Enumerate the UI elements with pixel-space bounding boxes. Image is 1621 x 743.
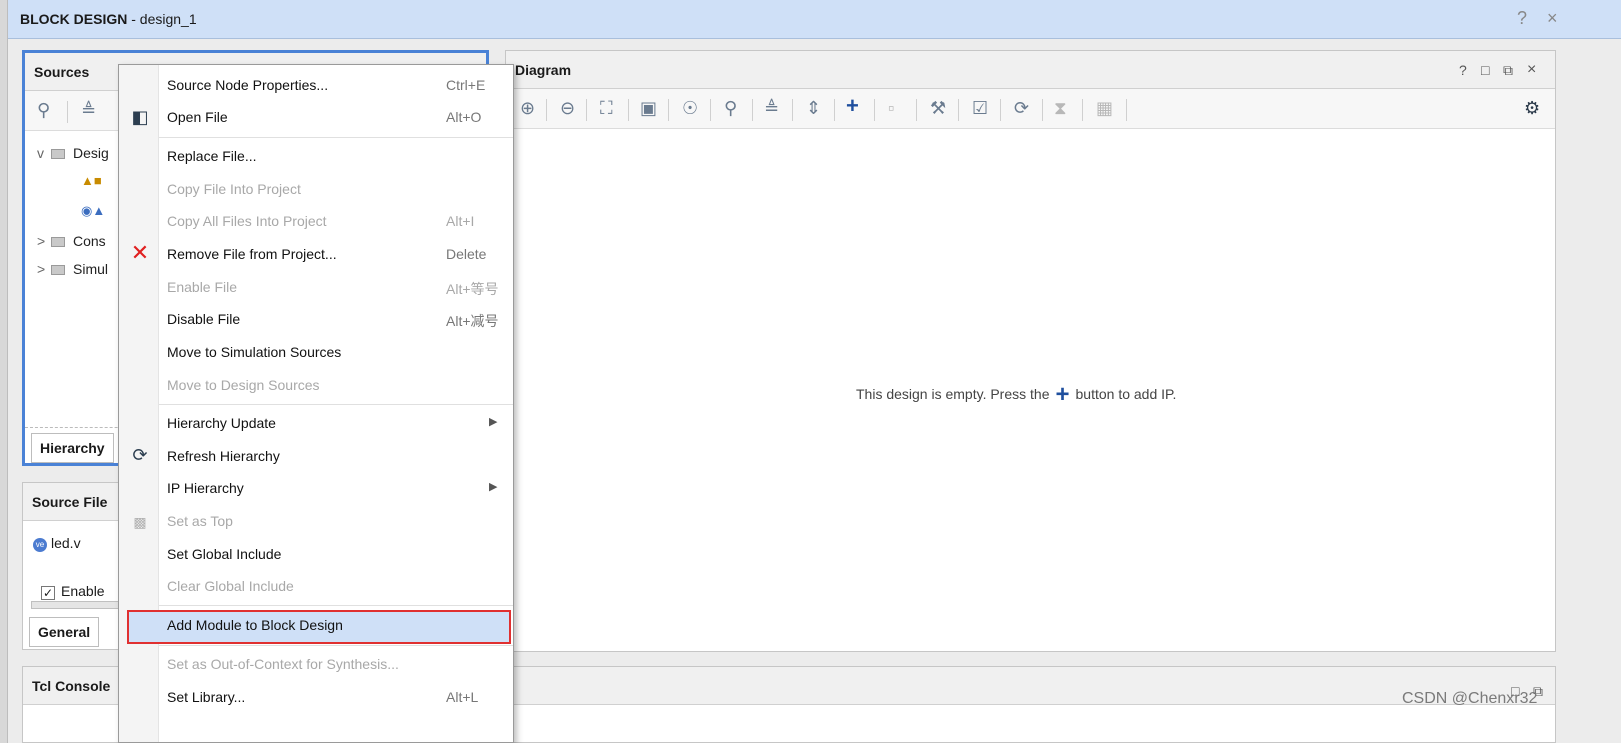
sources-panel-title: Sources (34, 64, 90, 80)
verilog-file-icon: ve (33, 538, 47, 552)
menu-item-disable-file[interactable]: Disable File Alt+减号 (159, 305, 513, 333)
menu-item-enable-file[interactable]: Enable File Alt+等号 (159, 273, 513, 301)
hierarchy-icon: ▩ (133, 514, 147, 530)
diagram-toolbar: ⊕ ⊖ ⛶ ▣ ☉ ⚲ ≜ ⇕ + ▫ ⚒ ☑ ⟳ ⧗ ▦ ⚙ (506, 89, 1555, 129)
left-window-edge (0, 0, 8, 743)
collapse-all-icon[interactable]: ≜ (764, 98, 779, 118)
title-bar: BLOCK DESIGN - design_1 ? × (8, 0, 1621, 39)
source-file-name: led.v (51, 535, 81, 551)
zoom-fit-icon[interactable]: ⛶ (600, 98, 613, 118)
menu-item-set-out-of-context[interactable]: Set as Out-of-Context for Synthesis... (159, 650, 513, 678)
diagram-close-button[interactable]: × (1527, 61, 1536, 79)
verilog-file-icon: ◉▲ (81, 203, 106, 218)
pin-icon[interactable]: ▦ (1096, 98, 1113, 118)
menu-item-set-as-top[interactable]: Set as Top (159, 507, 513, 535)
enable-checkbox[interactable]: ✓ (41, 586, 55, 600)
menu-item-move-to-simulation[interactable]: Move to Simulation Sources (159, 338, 513, 366)
help-button[interactable]: ? (1517, 8, 1527, 29)
folder-icon (51, 149, 65, 159)
source-file-panel-title: Source File (32, 494, 108, 510)
diagram-maximize-button[interactable]: □ (1481, 62, 1489, 78)
make-connection-icon[interactable]: ▫ (888, 98, 894, 118)
tcl-console-title: Tcl Console (32, 678, 111, 694)
expand-all-icon[interactable]: ⇕ (806, 98, 821, 118)
menu-item-source-node-properties[interactable]: Source Node Properties... Ctrl+E (159, 71, 513, 99)
submenu-arrow-icon: ▶ (489, 481, 498, 493)
search-icon[interactable]: ⚲ (37, 100, 50, 120)
zoom-in-icon[interactable]: ⊕ (520, 98, 535, 118)
menu-item-clear-global-include[interactable]: Clear Global Include (159, 572, 513, 600)
menu-item-open-file[interactable]: Open File Alt+O (159, 103, 513, 131)
empty-design-message: This design is empty. Press the + button t… (856, 381, 1177, 408)
menu-item-refresh-hierarchy[interactable]: Refresh Hierarchy (159, 442, 513, 470)
menu-item-hierarchy-update[interactable]: Hierarchy Update ▶ (159, 409, 513, 437)
menu-item-remove-file[interactable]: Remove File from Project... Delete (159, 240, 513, 268)
zoom-area-icon[interactable]: ▣ (640, 98, 657, 118)
refresh-icon[interactable]: ⟳ (1014, 98, 1029, 118)
tree-item-constraints[interactable]: > Cons (37, 233, 106, 249)
wrench-icon[interactable]: ⚒ (930, 98, 946, 118)
center-icon[interactable]: ☉ (682, 98, 698, 118)
submenu-arrow-icon: ▶ (489, 416, 498, 428)
tree-item-simulation-sources[interactable]: > Simul (37, 261, 108, 277)
context-menu: Source Node Properties... Ctrl+E ◧ Open F… (118, 64, 514, 743)
refresh-icon: ⟳ (132, 445, 148, 465)
source-file-name-row: ve led.v (33, 535, 81, 552)
block-design-icon: ▲■ (81, 173, 102, 188)
tab-general[interactable]: General (29, 617, 100, 647)
menu-item-set-library[interactable]: Set Library... Alt+L (159, 683, 513, 711)
zoom-out-icon[interactable]: ⊖ (560, 98, 575, 118)
menu-item-copy-file-into-project[interactable]: Copy File Into Project (159, 175, 513, 203)
window-title: BLOCK DESIGN - design_1 (20, 11, 197, 27)
add-ip-icon[interactable]: + (846, 95, 859, 117)
folder-open-icon: ◧ (131, 107, 149, 127)
collapse-all-icon[interactable]: ≜ (81, 100, 96, 120)
folder-icon (51, 265, 65, 275)
tree-item-design-sources[interactable]: v Desig (37, 145, 109, 161)
watermark: CSDN @Chenxr32 (1402, 690, 1538, 707)
enable-checkbox-row[interactable]: ✓ Enable (41, 583, 105, 600)
menu-item-add-module-to-block-design[interactable]: Add Module to Block Design (127, 610, 511, 644)
menu-item-copy-all-files[interactable]: Copy All Files Into Project Alt+I (159, 207, 513, 235)
search-icon[interactable]: ⚲ (724, 98, 737, 118)
validate-icon[interactable]: ☑ (972, 98, 988, 118)
enable-checkbox-label: Enable (61, 583, 105, 599)
add-ip-icon[interactable]: + (1055, 381, 1069, 408)
diagram-panel-title: Diagram (515, 62, 572, 78)
diagram-float-button[interactable]: ⧉ (1503, 62, 1513, 79)
tab-hierarchy[interactable]: Hierarchy (31, 433, 114, 463)
menu-item-ip-hierarchy[interactable]: IP Hierarchy ▶ (159, 474, 513, 502)
gear-icon[interactable]: ⚙ (1524, 98, 1540, 118)
menu-item-replace-file[interactable]: Replace File... (159, 142, 513, 170)
folder-icon (51, 237, 65, 247)
diagram-panel: Diagram ? □ ⧉ × ⊕ ⊖ ⛶ ▣ ☉ ⚲ ≜ ⇕ + ▫ ⚒ ☑ … (505, 50, 1556, 652)
menu-item-set-global-include[interactable]: Set Global Include (159, 540, 513, 568)
remove-icon: ✕ (130, 240, 150, 265)
close-button[interactable]: × (1547, 8, 1558, 29)
regenerate-layout-icon[interactable]: ⧗ (1054, 98, 1067, 118)
diagram-help-button[interactable]: ? (1459, 62, 1467, 78)
diagram-panel-header: Diagram ? □ ⧉ × (506, 51, 1555, 89)
menu-item-move-to-design[interactable]: Move to Design Sources (159, 371, 513, 399)
